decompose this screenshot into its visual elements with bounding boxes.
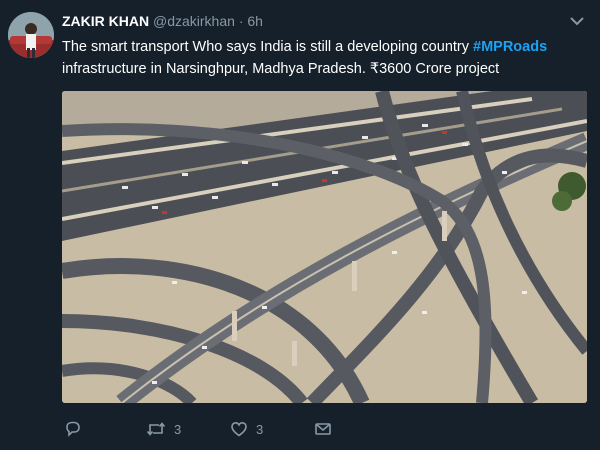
hashtag-link[interactable]: #MPRoads [473, 39, 547, 55]
caret-down-icon[interactable] [568, 14, 586, 28]
message-icon [314, 420, 332, 438]
reply-button[interactable] [64, 418, 90, 440]
like-count: 3 [256, 421, 264, 437]
retweet-button[interactable]: 3 [146, 418, 181, 440]
timestamp[interactable]: 6h [247, 13, 263, 29]
tweet-header: ZAKIR KHAN @dzakirkhan · 6h [62, 12, 263, 30]
like-button[interactable]: 3 [230, 418, 263, 440]
avatar[interactable] [8, 12, 54, 58]
direct-message-button[interactable] [314, 418, 332, 440]
highway-interchange-photo [62, 91, 587, 403]
tweet-text: The smart transport Who says India is st… [62, 36, 582, 80]
reply-icon [64, 420, 82, 438]
separator-dot: · [238, 13, 244, 29]
tweet-text-after: infrastructure in Narsinghpur, Madhya Pr… [62, 61, 500, 77]
author-name[interactable]: ZAKIR KHAN [62, 13, 149, 29]
author-handle[interactable]: @dzakirkhan [153, 13, 235, 29]
tweet-text-before: The smart transport Who says India is st… [62, 39, 474, 55]
tweet-actions: 3 3 [62, 418, 582, 440]
tweet-image[interactable] [62, 91, 587, 403]
retweet-icon [146, 420, 166, 438]
like-icon [230, 420, 248, 438]
tweet: ZAKIR KHAN @dzakirkhan · 6h The smart tr… [0, 0, 600, 450]
retweet-count: 3 [174, 421, 182, 437]
